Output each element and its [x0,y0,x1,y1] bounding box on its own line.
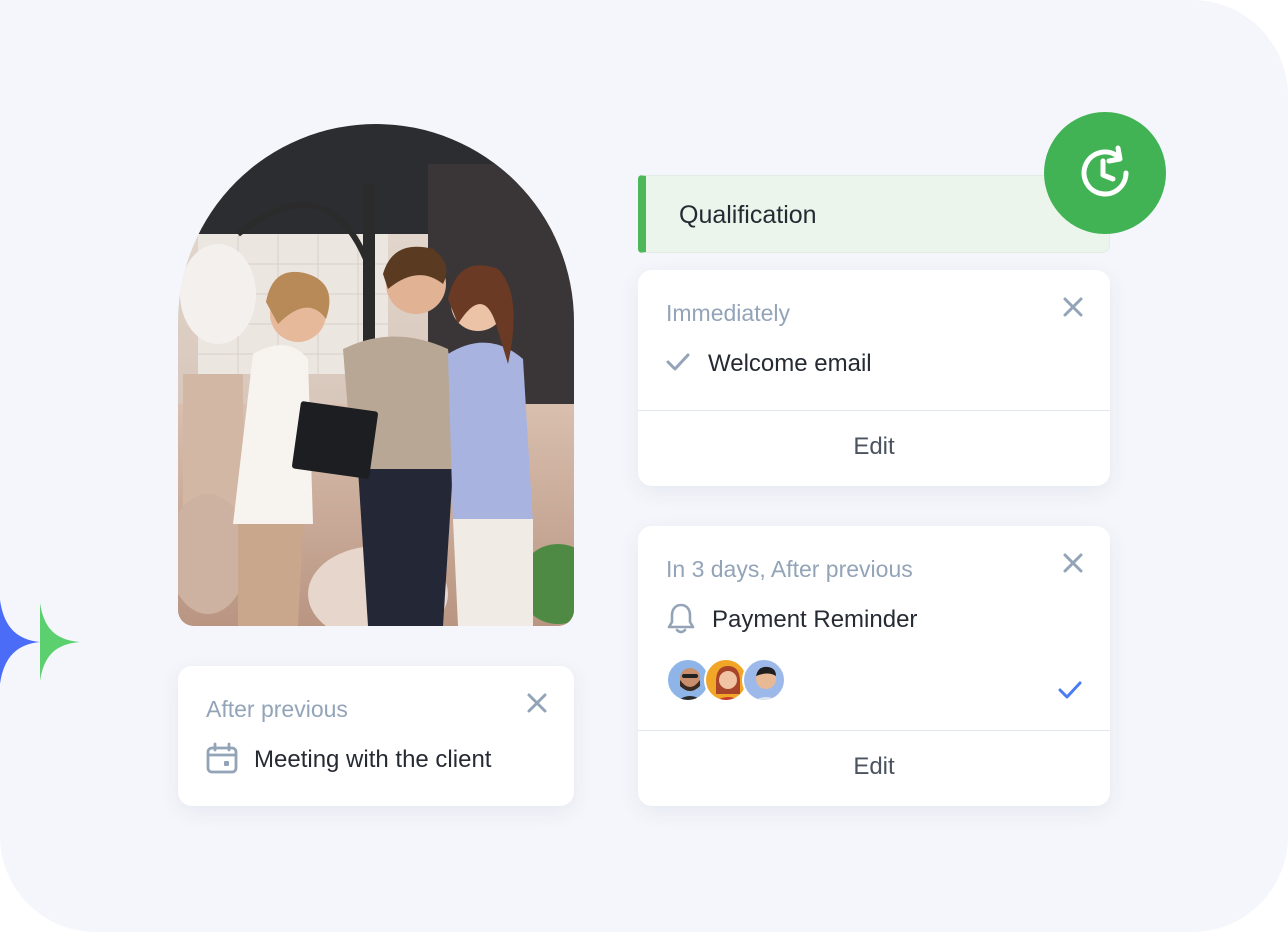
check-icon [666,353,690,371]
divider [638,730,1110,731]
stage-label: Qualification [679,201,817,229]
card-timing: In 3 days, After previous [666,556,913,582]
sparkle-green-icon [40,603,80,681]
calendar-icon [206,742,238,774]
close-icon[interactable] [1060,550,1086,576]
stage-bar: Qualification [638,175,1110,253]
payment-reminder-card: In 3 days, After previous Payment Remind… [638,526,1110,806]
card-title: Payment Reminder [712,606,918,633]
bell-icon [667,603,695,634]
close-icon[interactable] [1060,294,1086,320]
card-timing: After previous [206,696,348,722]
clock-refresh-icon [1044,112,1166,234]
close-icon[interactable] [524,690,550,716]
edit-button[interactable]: Edit [638,753,1110,781]
meeting-card: After previous Meeting with the client [178,666,574,806]
welcome-email-card: Immediately Welcome email Edit [638,270,1110,486]
team-photo [178,124,574,626]
avatar-smiling-man [742,658,786,702]
edit-button[interactable]: Edit [638,433,1110,461]
card-title: Welcome email [708,350,872,377]
card-timing: Immediately [666,300,790,326]
card-title: Meeting with the client [254,746,492,773]
divider [638,410,1110,411]
check-icon [1058,681,1082,699]
sparkle-blue-icon [0,600,40,684]
